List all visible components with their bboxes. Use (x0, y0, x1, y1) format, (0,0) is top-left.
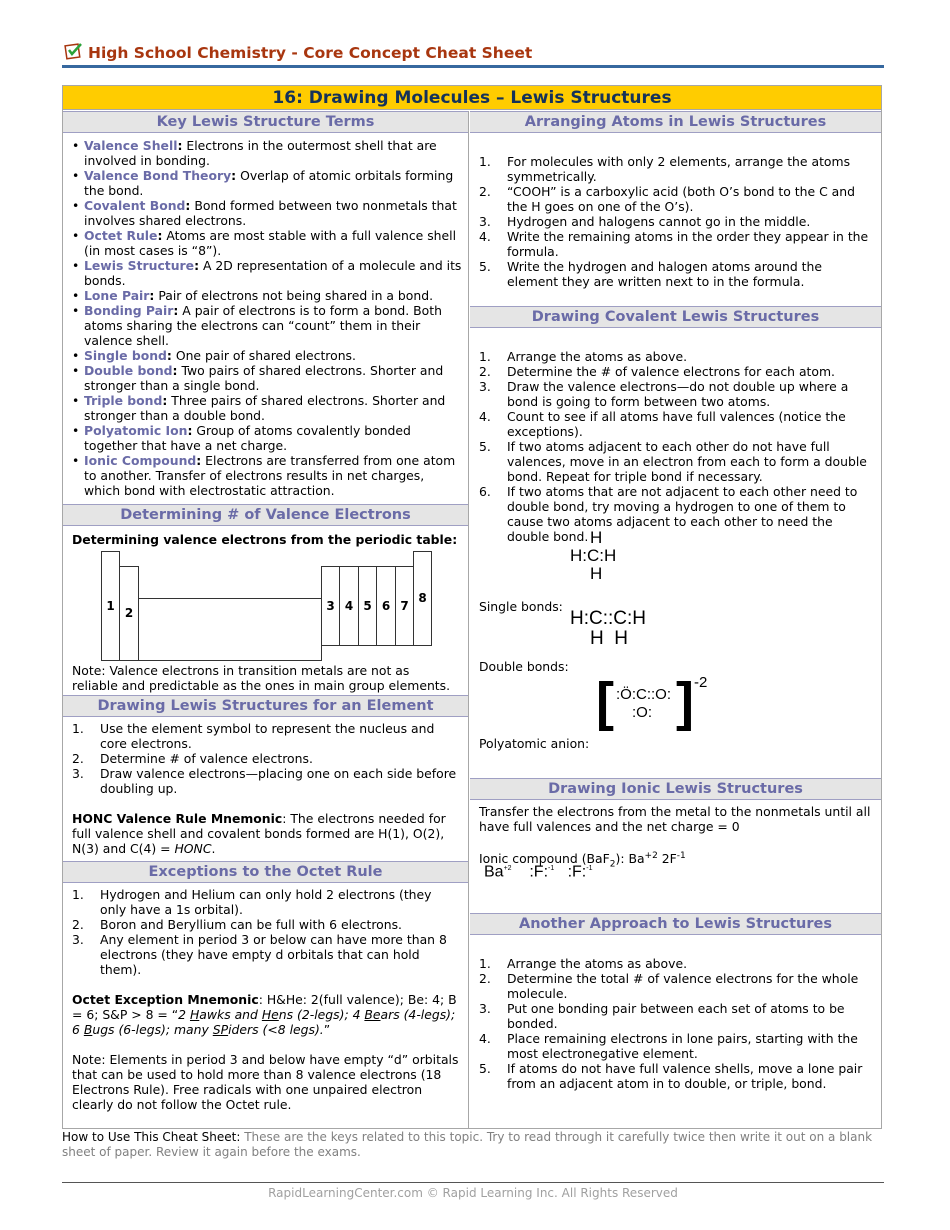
key-term-item: Octet Rule: Atoms are most stable with a… (72, 228, 462, 258)
arranging-heading: Arranging Atoms in Lewis Structures (470, 111, 881, 133)
element-steps-list: 1. Use the element symbol to represent th… (63, 718, 468, 796)
key-term-item: Bonding Pair: A pair of electrons is to … (72, 303, 462, 348)
left-column: Key Lewis Structure Terms Valence Shell:… (63, 111, 469, 1128)
covalent-heading: Drawing Covalent Lewis Structures (470, 306, 881, 328)
ethene-lewis-structure: H:C::C:H H H (570, 608, 646, 649)
key-term-item: Single bond: One pair of shared electron… (72, 348, 462, 363)
step-item: 4. Count to see if all atoms have full va… (479, 409, 846, 439)
arranging-section: 1. For molecules with only 2 elements, ar… (470, 134, 881, 289)
step-item: 1. Hydrogen and Helium can only hold 2 el… (72, 887, 432, 917)
footer-divider (62, 1182, 884, 1183)
periodic-table-diagram: 1 2 3 4 5 6 7 8 (63, 551, 469, 671)
group-5-cell: 5 (358, 566, 377, 646)
step-item: 2. Determine # of valence electrons. (72, 751, 313, 766)
step-item: 5. If two atoms adjacent to each other do… (479, 439, 867, 484)
covalent-section: 1. Arrange the atoms as above. 2. Determine… (470, 329, 881, 776)
step-item: 6. If two atoms that are not adjacent to … (479, 484, 858, 544)
exceptions-heading: Exceptions to the Octet Rule (63, 861, 468, 883)
cheat-sheet: 16: Drawing Molecules – Lewis Structures… (62, 85, 882, 1129)
step-item: 3. Draw valence electrons—placing one on … (72, 766, 457, 796)
single-bonds-label: Single bonds: (479, 599, 563, 614)
exceptions-note: Note: Elements in period 3 and below hav… (72, 1052, 459, 1112)
key-terms-list: Valence Shell: Electrons in the outermos… (63, 134, 468, 498)
key-term-item: Double bond: Two pairs of shared electro… (72, 363, 462, 393)
baf2-lewis-structure: Ba+2 :F:-1 :F:-1 (484, 863, 593, 881)
key-term-item: Valence Shell: Electrons in the outermos… (72, 138, 462, 168)
valence-section: Determining valence electrons from the p… (63, 527, 469, 693)
exceptions-section: 1. Hydrogen and Helium can only hold 2 el… (63, 884, 468, 1112)
group-2-cell: 2 (119, 566, 139, 661)
step-item: 2. Determine the # of valence electrons f… (479, 364, 835, 379)
page-title: High School Chemistry - Core Concept Che… (88, 44, 533, 62)
exceptions-steps-list: 1. Hydrogen and Helium can only hold 2 el… (63, 884, 468, 977)
topic-banner: 16: Drawing Molecules – Lewis Structures (63, 86, 881, 110)
key-terms-section: Valence Shell: Electrons in the outermos… (63, 134, 468, 498)
how-to-use-note: How to Use This Cheat Sheet: These are t… (62, 1130, 873, 1159)
group-1-cell: 1 (101, 551, 120, 661)
group-7-cell: 7 (395, 566, 414, 646)
transition-metals-block (138, 598, 322, 661)
left-bracket: [ (596, 672, 614, 732)
step-item: 2. Determine the total # of valence elect… (479, 971, 859, 1001)
octet-exception-mnemonic: Octet Exception Mnemonic: H&He: 2(full v… (72, 992, 457, 1037)
key-terms-heading: Key Lewis Structure Terms (63, 111, 468, 133)
arranging-steps-list: 1. For molecules with only 2 elements, ar… (470, 134, 881, 289)
step-item: 3. Put one bonding pair between each set … (479, 1001, 845, 1031)
key-term-item: Lone Pair: Pair of electrons not being s… (72, 288, 462, 303)
right-column: Arranging Atoms in Lewis Structures 1. Fo… (470, 111, 881, 1128)
ionic-section: Transfer the electrons from the metal to… (470, 801, 881, 880)
ionic-text: Transfer the electrons from the metal to… (479, 804, 871, 834)
group-8-cell: 8 (413, 551, 432, 646)
another-approach-steps-list: 1. Arrange the atoms as above. 2. Determine… (470, 936, 881, 1091)
polyatomic-anion-label: Polyatomic anion: (479, 736, 590, 751)
group-6-cell: 6 (376, 566, 396, 646)
key-term-item: Covalent Bond: Bond formed between two n… (72, 198, 462, 228)
element-section: 1. Use the element symbol to represent th… (63, 718, 468, 856)
key-term-item: Ionic Compound: Electrons are transferre… (72, 453, 462, 498)
key-term-item: Valence Bond Theory: Overlap of atomic o… (72, 168, 462, 198)
another-approach-section: 1. Arrange the atoms as above. 2. Determine… (470, 936, 881, 1091)
step-item: 5. Write the hydrogen and halogen atoms a… (479, 259, 822, 289)
honc-mnemonic: HONC Valence Rule Mnemonic: The electron… (72, 811, 446, 856)
step-item: 1. Arrange the atoms as above. (479, 956, 688, 971)
valence-heading: Determining # of Valence Electrons (63, 504, 468, 526)
step-item: 4. Place remaining electrons in lone pair… (479, 1031, 858, 1061)
step-item: 1. For molecules with only 2 elements, ar… (479, 154, 851, 184)
key-term-item: Triple bond: Three pairs of shared elect… (72, 393, 462, 423)
step-item: 3. Any element in period 3 or below can h… (72, 932, 447, 977)
step-item: 3. Hydrogen and halogens cannot go in the… (479, 214, 811, 229)
right-bracket: ] (676, 672, 694, 732)
element-heading: Drawing Lewis Structures for an Element (63, 695, 468, 717)
page-header: High School Chemistry - Core Concept Che… (62, 42, 884, 68)
checklist-icon (64, 43, 82, 60)
valence-note: Note: Valence electrons in transition me… (72, 663, 451, 693)
anion-charge: -2 (694, 674, 708, 691)
methane-lewis-structure: H H:C:H H (570, 528, 617, 583)
group-4-cell: 4 (339, 566, 359, 646)
another-approach-heading: Another Approach to Lewis Structures (470, 913, 881, 935)
step-item: 1. Use the element symbol to represent th… (72, 721, 435, 751)
step-item: 5. If atoms do not have full valence shel… (479, 1061, 863, 1091)
valence-subheading: Determining valence electrons from the p… (72, 532, 458, 547)
step-item: 2. Boron and Beryllium can be full with 6… (72, 917, 402, 932)
step-item: 3. Draw the valence electrons—do not doub… (479, 379, 849, 409)
covalent-steps-list: 1. Arrange the atoms as above. 2. Determine… (470, 329, 881, 544)
step-item: 1. Arrange the atoms as above. (479, 349, 688, 364)
double-bonds-label: Double bonds: (479, 659, 569, 674)
key-term-item: Lewis Structure: A 2D representation of … (72, 258, 462, 288)
key-term-item: Polyatomic Ion: Group of atoms covalentl… (72, 423, 462, 453)
group-3-cell: 3 (321, 566, 340, 646)
footer-copyright: RapidLearningCenter.com © Rapid Learning… (268, 1186, 678, 1200)
ionic-heading: Drawing Ionic Lewis Structures (470, 778, 881, 800)
step-item: 4. Write the remaining atoms in the order… (479, 229, 869, 259)
step-item: 2. “COOH” is a carboxylic acid (both O’s … (479, 184, 855, 214)
